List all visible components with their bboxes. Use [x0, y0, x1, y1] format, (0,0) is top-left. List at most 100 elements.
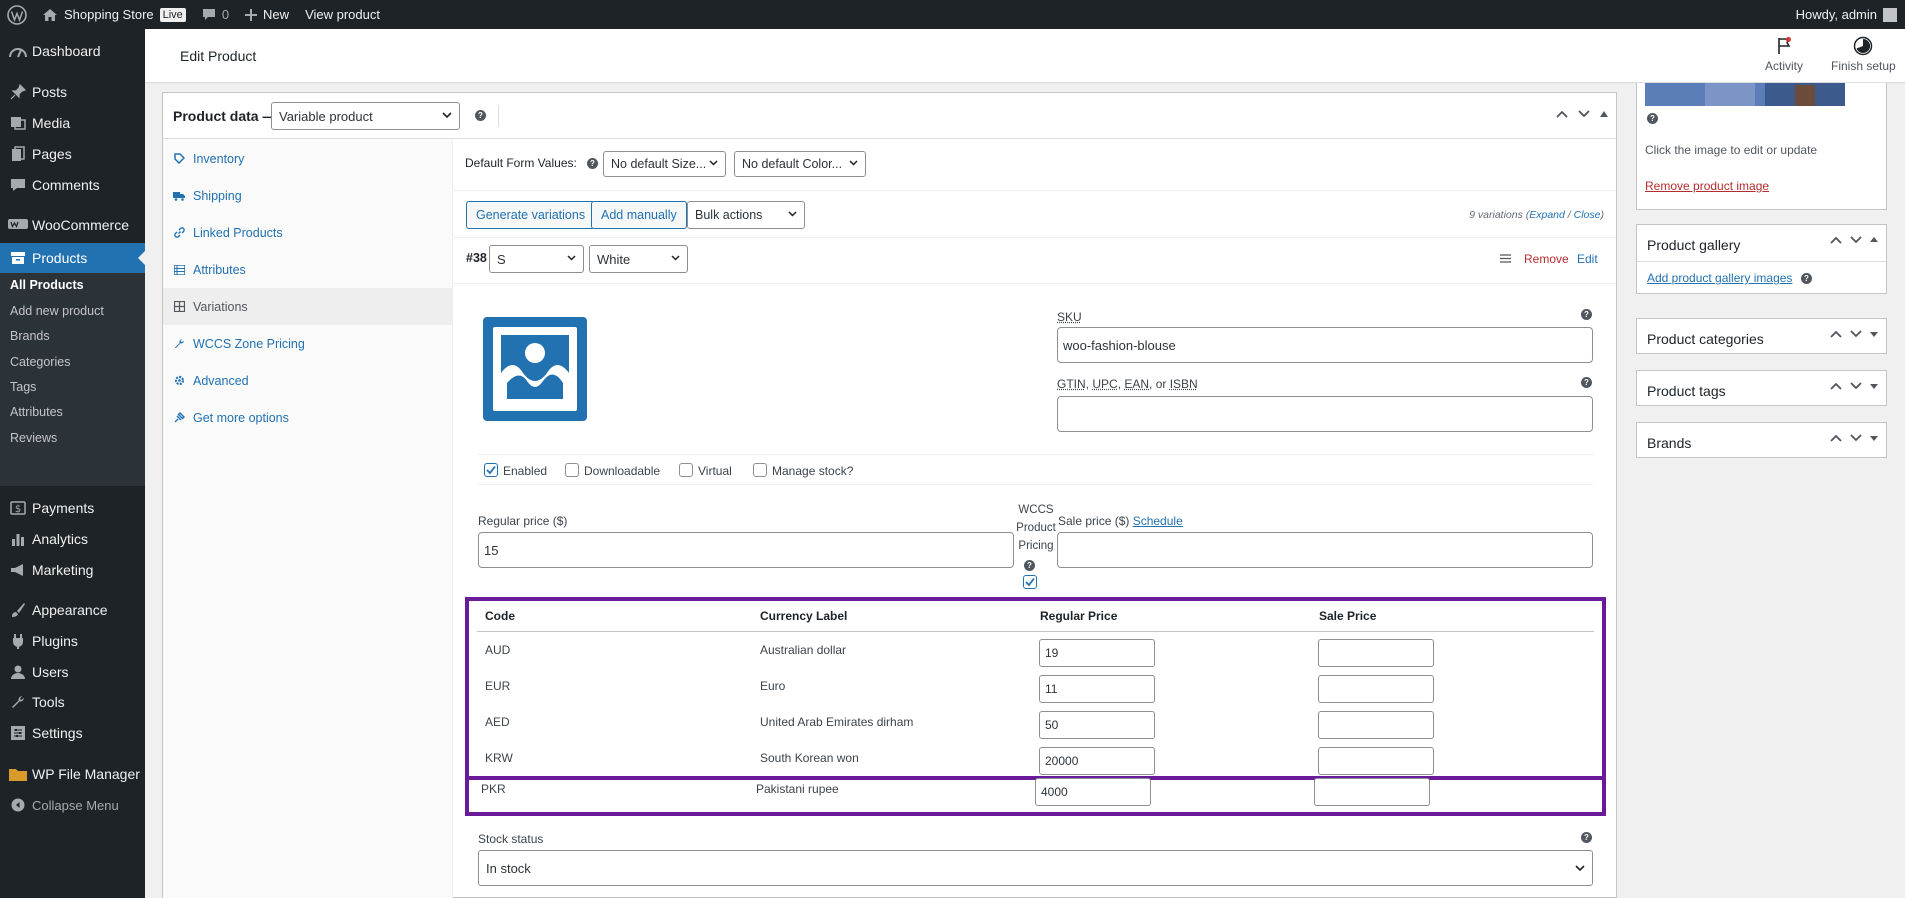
stock-status-select[interactable]: In stock	[478, 850, 1593, 886]
add-manually-button[interactable]: Add manually	[591, 201, 687, 229]
regular-price-input[interactable]: 11	[1039, 675, 1155, 703]
sale-price-input[interactable]	[1318, 639, 1434, 667]
enabled-checkbox[interactable]	[484, 463, 498, 477]
regular-price-input[interactable]: 19	[1039, 639, 1155, 667]
collapse-triangle-icon[interactable]	[1870, 236, 1878, 244]
sale-price-input[interactable]	[1318, 747, 1434, 775]
help-icon[interactable]: ?	[475, 110, 486, 121]
tab-get-more-options[interactable]: Get more options	[163, 399, 453, 436]
menu-tools[interactable]: Tools	[0, 687, 145, 717]
product-image-thumbnail[interactable]	[1645, 83, 1845, 106]
submenu-categories[interactable]: Categories	[10, 355, 70, 369]
menu-appearance[interactable]: Appearance	[0, 595, 145, 625]
tab-linked-products[interactable]: Linked Products	[163, 214, 453, 251]
close-link[interactable]: Close	[1574, 209, 1601, 221]
sale-price-input[interactable]	[1318, 675, 1434, 703]
menu-wp-file-manager[interactable]: WP File Manager	[0, 759, 145, 789]
submenu-reviews[interactable]: Reviews	[10, 431, 57, 445]
expand-link[interactable]: Expand	[1529, 209, 1565, 221]
default-size-select[interactable]: No default Size...	[603, 151, 726, 177]
chevron-down-icon[interactable]	[1850, 434, 1862, 442]
sku-input[interactable]: woo-fashion-blouse	[1057, 327, 1593, 363]
chevron-up-icon[interactable]	[1830, 382, 1842, 390]
wccs-pricing-checkbox[interactable]	[1023, 575, 1037, 589]
menu-dashboard[interactable]: Dashboard	[0, 36, 145, 66]
help-icon[interactable]: ?	[1581, 377, 1592, 388]
sale-price-input[interactable]	[1318, 711, 1434, 739]
menu-plugins[interactable]: Plugins	[0, 626, 145, 656]
edit-variation-link[interactable]: Edit	[1577, 252, 1598, 266]
expand-triangle-icon[interactable]	[1870, 434, 1878, 442]
menu-marketing[interactable]: Marketing	[0, 555, 145, 585]
help-icon[interactable]: ?	[1024, 560, 1035, 571]
expand-triangle-icon[interactable]	[1870, 382, 1878, 390]
tab-attributes[interactable]: Attributes	[163, 251, 453, 288]
submenu-tags[interactable]: Tags	[10, 380, 36, 394]
menu-media[interactable]: Media	[0, 108, 145, 138]
help-icon[interactable]: ?	[1581, 832, 1592, 843]
menu-products[interactable]: Products	[0, 243, 145, 273]
menu-users[interactable]: Users	[0, 657, 145, 687]
chevron-up-icon[interactable]	[1830, 434, 1842, 442]
menu-analytics[interactable]: Analytics	[0, 524, 145, 554]
site-name-link[interactable]: Shopping Store Live	[34, 0, 194, 29]
submenu-attributes[interactable]: Attributes	[10, 405, 63, 419]
activity-button[interactable]: Activity	[1765, 35, 1803, 73]
product-categories-box[interactable]: Product categories	[1636, 318, 1887, 354]
chevron-up-icon[interactable]	[1556, 110, 1568, 118]
collapse-triangle-icon[interactable]	[1600, 111, 1608, 117]
variation-size-select[interactable]: S	[489, 245, 584, 273]
chevron-down-icon[interactable]	[1850, 236, 1862, 244]
variation-color-select[interactable]: White	[589, 245, 688, 273]
help-icon[interactable]: ?	[587, 158, 598, 169]
menu-woocommerce[interactable]: WooCommerce	[0, 210, 145, 240]
downloadable-checkbox[interactable]	[565, 463, 579, 477]
schedule-link[interactable]: Schedule	[1133, 514, 1183, 528]
regular-price-input[interactable]: 50	[1039, 711, 1155, 739]
chevron-up-icon[interactable]	[1830, 236, 1842, 244]
bulk-actions-select[interactable]: Bulk actions	[687, 201, 805, 229]
menu-posts[interactable]: Posts	[0, 77, 145, 107]
submenu-brands[interactable]: Brands	[10, 329, 50, 343]
regular-price-input[interactable]: 20000	[1039, 747, 1155, 775]
help-icon[interactable]: ?	[1647, 113, 1658, 124]
expand-triangle-icon[interactable]	[1870, 330, 1878, 338]
chevron-down-icon[interactable]	[1850, 330, 1862, 338]
variation-image[interactable]	[483, 317, 587, 421]
wordpress-logo-icon[interactable]	[0, 0, 34, 29]
help-icon[interactable]: ?	[1801, 273, 1812, 284]
menu-settings[interactable]: Settings	[0, 718, 145, 748]
submenu-add-new-product[interactable]: Add new product	[10, 304, 104, 318]
chevron-down-icon[interactable]	[1850, 382, 1862, 390]
menu-pages[interactable]: Pages	[0, 139, 145, 169]
gtin-input[interactable]	[1057, 396, 1593, 432]
finish-setup-button[interactable]: Finish setup	[1831, 35, 1896, 73]
chevron-up-icon[interactable]	[1830, 330, 1842, 338]
sale-price-input[interactable]	[1314, 778, 1430, 806]
submenu-all-products[interactable]: All Products	[10, 278, 84, 292]
drag-handle-icon[interactable]	[1500, 254, 1511, 263]
new-content-link[interactable]: New	[237, 0, 297, 29]
avatar[interactable]	[1883, 8, 1897, 22]
chevron-down-icon[interactable]	[1578, 110, 1590, 118]
manage-stock-checkbox[interactable]	[753, 463, 767, 477]
brands-box[interactable]: Brands	[1636, 422, 1887, 458]
regular-price-input[interactable]: 4000	[1035, 778, 1151, 806]
remove-product-image-link[interactable]: Remove product image	[1645, 179, 1769, 193]
virtual-checkbox[interactable]	[679, 463, 693, 477]
sale-price-input[interactable]	[1057, 532, 1593, 568]
howdy-account-link[interactable]: Howdy, admin	[1796, 7, 1877, 22]
regular-price-input[interactable]: 15	[478, 532, 1014, 568]
view-product-link[interactable]: View product	[297, 0, 388, 29]
menu-comments[interactable]: Comments	[0, 170, 145, 200]
menu-collapse[interactable]: Collapse Menu	[0, 790, 145, 820]
default-color-select[interactable]: No default Color...	[734, 151, 866, 177]
menu-payments[interactable]: $ Payments	[0, 493, 145, 523]
tab-shipping[interactable]: Shipping	[163, 177, 453, 214]
remove-variation-link[interactable]: Remove	[1524, 252, 1569, 266]
tab-advanced[interactable]: Advanced	[163, 362, 453, 399]
tab-inventory[interactable]: Inventory	[163, 140, 453, 177]
comments-link[interactable]: 0	[194, 0, 237, 29]
generate-variations-button[interactable]: Generate variations	[466, 201, 595, 229]
product-tags-box[interactable]: Product tags	[1636, 370, 1887, 406]
